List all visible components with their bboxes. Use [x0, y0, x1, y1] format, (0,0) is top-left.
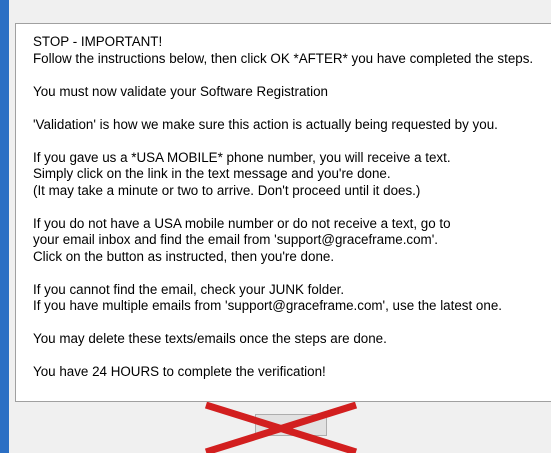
- message-line-blank: [33, 265, 551, 282]
- message-line-validation-explained: 'Validation' is how we make sure this ac…: [33, 116, 498, 132]
- message-line-junk-folder: If you cannot find the email, check your…: [33, 281, 345, 297]
- message-line-multiple-emails: If you have multiple emails from 'suppor…: [33, 298, 502, 313]
- ok-button[interactable]: [255, 414, 327, 436]
- message-line-usa-mobile: If you gave us a *USA MOBILE* phone numb…: [33, 149, 451, 165]
- message-line-blank: [33, 67, 551, 84]
- message-line-email-inbox: your email inbox and find the email from…: [33, 232, 438, 247]
- message-line-24-hours: You have 24 HOURS to complete the verifi…: [33, 364, 326, 379]
- message-line-click-link: Simply click on the link in the text mes…: [33, 166, 391, 181]
- message-line-blank: [33, 199, 551, 216]
- message-line-wait: (It may take a minute or two to arrive. …: [33, 182, 421, 198]
- message-line-validate: You must now validate your Software Regi…: [33, 83, 328, 99]
- window-frame-edge: [0, 0, 9, 453]
- message-text-box: STOP - IMPORTANT! Follow the instruction…: [15, 23, 551, 402]
- message-line-delete: You may delete these texts/emails once t…: [33, 331, 387, 346]
- message-line-no-mobile: If you do not have a USA mobile number o…: [33, 215, 451, 231]
- message-line-blank: [33, 348, 551, 365]
- message-line-stop: STOP - IMPORTANT!: [33, 34, 163, 49]
- message-line-click-button: Click on the button as instructed, then …: [33, 248, 335, 264]
- message-line-blank: [33, 133, 551, 150]
- message-line-follow-instructions: Follow the instructions below, then clic…: [33, 50, 534, 66]
- message-line-blank: [33, 315, 551, 332]
- message-line-blank: [33, 100, 551, 117]
